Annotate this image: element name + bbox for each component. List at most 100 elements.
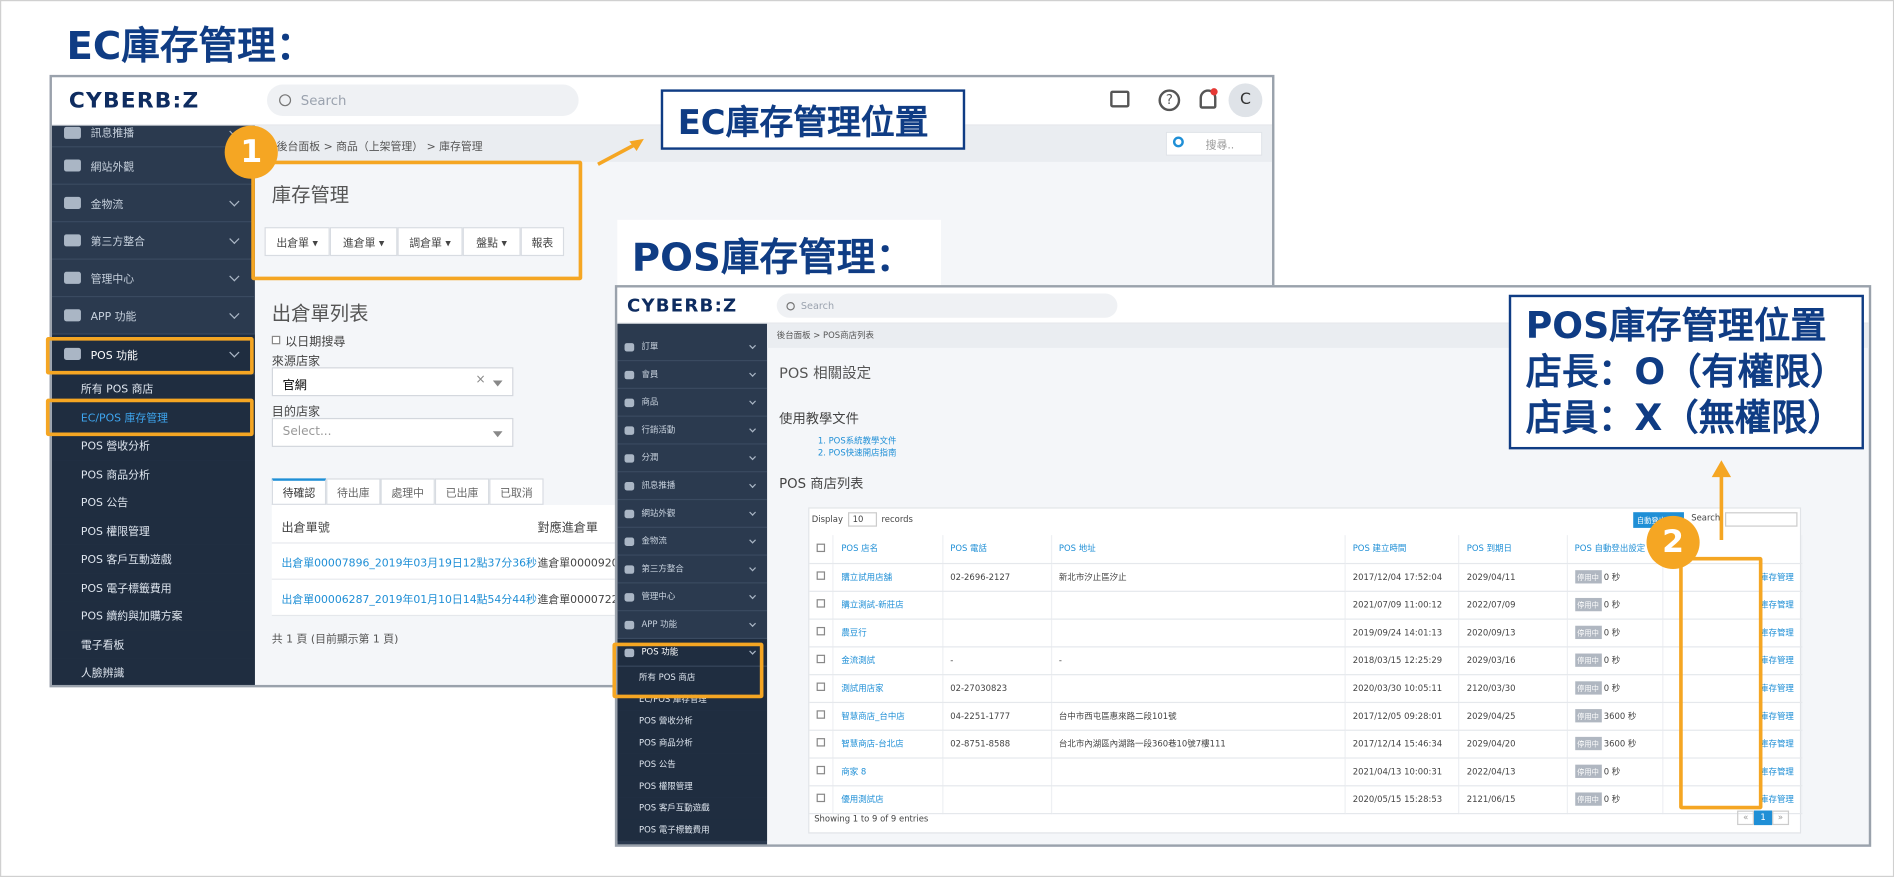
rocket-icon <box>64 126 81 139</box>
table-cell: 2029/03/16 <box>1458 646 1568 675</box>
select-all-checkbox[interactable] <box>816 543 826 552</box>
sidebar-subitem[interactable]: POS 續約與加購方案 <box>51 601 255 630</box>
page-1[interactable]: 1 <box>1754 810 1772 826</box>
pos-heading: POS庫存管理： <box>631 234 915 281</box>
table-cell: 停用中 0 秒 <box>1566 618 1664 647</box>
order-link[interactable]: 出倉單00007896_2019年03月19日12點37分36秒 <box>281 554 536 570</box>
row-checkbox[interactable] <box>816 710 826 719</box>
store-name-link[interactable]: 金流測試 <box>833 646 943 675</box>
sidebar-subitem[interactable]: POS 公告 <box>51 488 255 517</box>
sidebar-item[interactable]: APP 功能 <box>617 611 768 640</box>
row-checkbox[interactable] <box>816 599 826 608</box>
status-tab[interactable]: 處理中 <box>380 478 435 505</box>
row-checkbox[interactable] <box>816 738 826 747</box>
row-checkbox[interactable] <box>816 571 826 580</box>
sidebar-subitem[interactable]: POS 商品分析 <box>51 459 255 489</box>
sidebar-item[interactable]: 商品 <box>617 389 768 417</box>
pos-callout: POS庫存管理位置 店長：O（有權限） 店員：X（無權限） <box>1508 294 1864 450</box>
doc-link[interactable]: 1. POS系統教學文件 <box>818 435 897 447</box>
sidebar-item[interactable]: 金物流 <box>51 185 255 223</box>
sidebar-item[interactable]: 訊息推播 <box>51 125 255 148</box>
target-store-select[interactable]: Select... <box>271 417 514 447</box>
logout-seconds: 3600 秒 <box>1603 711 1637 722</box>
sidebar-subitem[interactable]: POS 客戶互動遊戲 <box>617 797 768 820</box>
store-name-link[interactable]: 農豆行 <box>833 618 943 647</box>
sidebar-subitem[interactable]: POS 客戶互動遊戲 <box>51 544 255 574</box>
sidebar-item[interactable]: 會員 <box>617 361 768 389</box>
sidebar-item[interactable]: 第三方整合 <box>617 556 768 584</box>
sidebar-item[interactable]: 網站外觀 <box>617 500 768 528</box>
highlight-ec-pos-inventory <box>45 398 254 437</box>
sidebar-item-label: 金物流 <box>641 536 667 547</box>
sidebar-item[interactable]: 分潤 <box>617 445 768 473</box>
column-header[interactable]: POS 店名 <box>833 535 943 564</box>
store-name-link[interactable]: 優用測試店 <box>833 785 943 814</box>
sidebar-subitem[interactable]: POS 電子標籤費用 <box>617 819 768 841</box>
table-cell: 進倉單00007225 <box>537 594 626 607</box>
prev-page[interactable]: « <box>1737 810 1755 826</box>
sidebar-subitem[interactable]: POS 公告 <box>617 753 768 776</box>
sidebar-subitem[interactable]: POS 電子標籤費用 <box>51 573 255 602</box>
status-tab[interactable]: 已取消 <box>489 478 544 505</box>
sidebar-subitem-label: POS 電子標籤費用 <box>80 583 172 596</box>
chevron-down-icon <box>749 425 757 433</box>
store-name-link[interactable]: 商家 8 <box>833 757 943 786</box>
column-header[interactable]: POS 到期日 <box>1458 535 1568 564</box>
store-name-link[interactable]: 購立測試-新莊店 <box>833 590 943 620</box>
status-tab[interactable]: 待確認 <box>271 478 327 505</box>
store-icon[interactable] <box>1110 90 1130 108</box>
logout-seconds: 0 秒 <box>1603 767 1621 777</box>
sidebar-item[interactable]: 管理中心 <box>617 583 768 612</box>
search-input[interactable]: Search <box>266 84 579 116</box>
row-checkbox[interactable] <box>816 765 826 775</box>
row-checkbox[interactable] <box>816 626 826 636</box>
table-cell <box>1051 674 1346 703</box>
store-name-link[interactable]: 購立試用店舖 <box>833 562 943 592</box>
sidebar-subitem[interactable]: POS 權限管理 <box>617 775 768 798</box>
column-header[interactable]: POS 電話 <box>942 535 1052 564</box>
sidebar-subitem-label: POS 電子標籤費用 <box>639 825 710 835</box>
next-page[interactable]: » <box>1771 810 1790 826</box>
clear-icon[interactable]: × <box>475 373 485 386</box>
doc-link[interactable]: 2. POS快速開店指南 <box>818 447 897 459</box>
date-search-checkbox[interactable]: 以日期搜尋 <box>271 331 345 349</box>
highlight-pos-menu <box>45 337 254 375</box>
row-checkbox[interactable] <box>816 682 826 691</box>
column-header[interactable]: POS 建立時間 <box>1344 535 1460 564</box>
source-store-select[interactable]: 官網 × <box>271 367 514 397</box>
table-cell: 停用中 3600 秒 <box>1566 701 1664 731</box>
status-tab[interactable]: 已出庫 <box>434 478 490 505</box>
sidebar-subitem[interactable]: 電子看板 <box>51 629 255 659</box>
status-tab[interactable]: 待出庫 <box>326 478 381 505</box>
sidebar-subitem-label: POS 營收分析 <box>80 441 150 454</box>
sidebar-subitem[interactable]: POS 營收分析 <box>617 710 768 733</box>
store-name-link[interactable]: 測試用店家 <box>833 674 943 703</box>
display-select[interactable]: 10 <box>847 512 877 527</box>
search-input[interactable]: Search <box>776 293 1118 318</box>
checkbox[interactable] <box>271 335 281 345</box>
sidebar-subitem[interactable]: 人臉辨識 <box>51 658 255 685</box>
logout-seconds: 3600 秒 <box>1603 739 1637 749</box>
sidebar-item[interactable]: 訂單 <box>617 333 768 362</box>
sidebar-item[interactable]: APP 功能 <box>51 297 255 335</box>
sidebar-item[interactable]: 行銷活動 <box>617 417 768 445</box>
chevron-down-icon <box>749 536 757 544</box>
chevron-down-icon <box>749 453 757 461</box>
avatar[interactable]: C <box>1228 83 1263 118</box>
sidebar-item[interactable]: 金物流 <box>617 528 768 556</box>
sidebar-item[interactable]: 訊息推播 <box>617 472 768 501</box>
row-checkbox[interactable] <box>816 793 826 803</box>
table-cell: 2020/05/15 15:28:53 <box>1344 785 1460 814</box>
help-icon[interactable]: ? <box>1158 89 1181 112</box>
sidebar-item[interactable]: 管理中心 <box>51 260 255 298</box>
column-header[interactable]: POS 地址 <box>1051 535 1346 564</box>
sidebar-subitem[interactable]: POS 商品分析 <box>617 732 768 754</box>
store-name-link[interactable]: 智慧商店-台北店 <box>833 729 943 759</box>
sidebar-item[interactable]: 第三方整合 <box>51 222 255 260</box>
row-checkbox[interactable] <box>816 654 826 664</box>
notification-dot <box>1210 88 1218 96</box>
menu-icon <box>624 564 635 574</box>
sidebar-subitem[interactable]: POS 權限管理 <box>51 516 255 545</box>
store-name-link[interactable]: 智慧商店_台中店 <box>833 701 943 731</box>
order-link[interactable]: 出倉單00006287_2019年01月10日14點54分44秒 <box>281 591 536 606</box>
